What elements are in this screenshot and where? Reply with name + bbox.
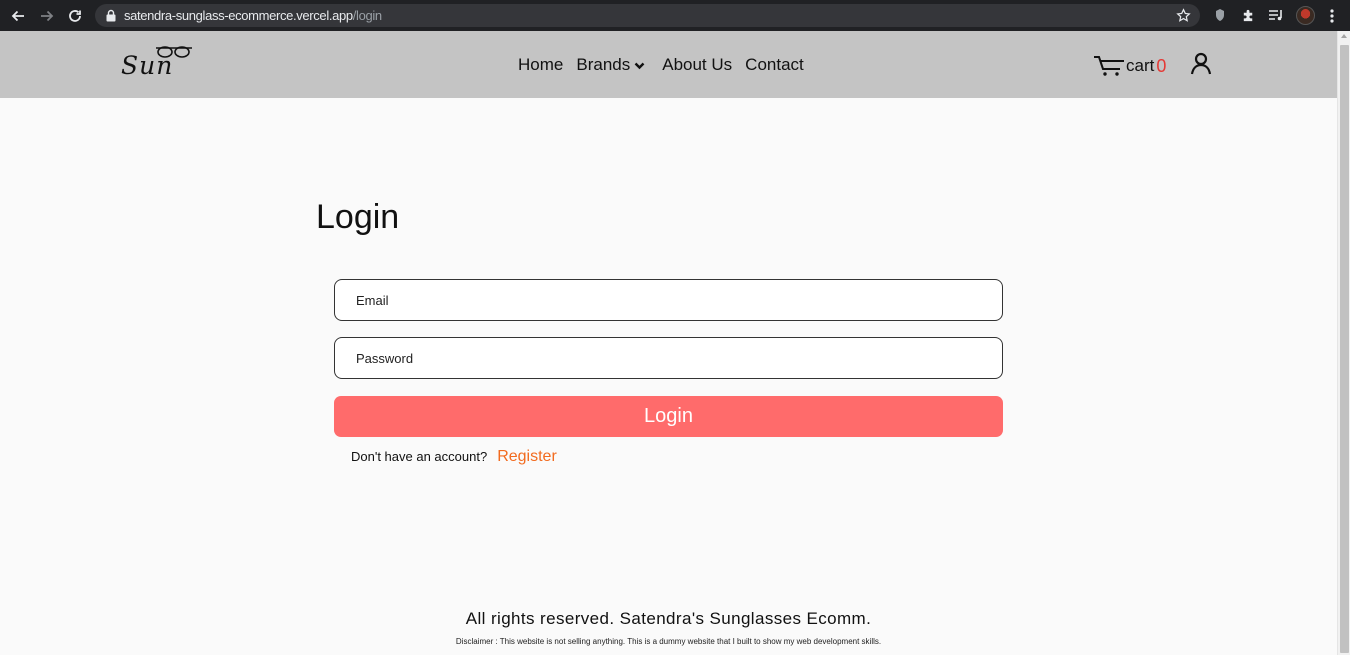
- register-prompt: Don't have an account?: [351, 449, 488, 464]
- url-host: satendra-sunglass-ecommerce.vercel.app: [124, 8, 353, 23]
- site-header: Sun Home Brands About Us Contact cart 0: [0, 31, 1337, 98]
- cart-label: cart: [1126, 56, 1155, 75]
- register-link[interactable]: Register: [497, 448, 557, 466]
- footer-copyright: All rights reserved. Satendra's Sunglass…: [465, 609, 872, 628]
- extension-shield-button[interactable]: [1212, 7, 1228, 23]
- nav-brands[interactable]: Brands: [576, 55, 645, 75]
- playlist-icon: [1269, 10, 1282, 21]
- media-control-button[interactable]: [1268, 7, 1284, 23]
- kebab-icon[interactable]: [1327, 8, 1337, 24]
- url-text: satendra-sunglass-ecommerce.vercel.app/l…: [124, 8, 382, 23]
- user-icon[interactable]: [1190, 52, 1212, 76]
- site-logo[interactable]: Sun: [121, 45, 193, 80]
- extensions-button[interactable]: [1240, 7, 1256, 23]
- star-icon[interactable]: [1176, 8, 1191, 23]
- register-row: Don't have an account? Register: [351, 448, 557, 466]
- scroll-thumb[interactable]: [1340, 45, 1349, 653]
- nav-home[interactable]: Home: [518, 55, 563, 75]
- main-nav: Home Brands About Us Contact: [518, 55, 817, 75]
- page-scrollbar[interactable]: [1337, 31, 1350, 655]
- scroll-up-arrow[interactable]: [1341, 34, 1347, 38]
- reload-icon: [69, 10, 81, 22]
- arrow-right-icon: [41, 10, 54, 22]
- footer-disclaimer: Disclaimer : This website is not selling…: [455, 637, 882, 646]
- lock-icon: [106, 9, 116, 22]
- chevron-down-icon: [634, 62, 645, 69]
- nav-about[interactable]: About Us: [662, 55, 732, 75]
- browser-toolbar: satendra-sunglass-ecommerce.vercel.app/l…: [0, 0, 1350, 31]
- puzzle-icon: [1243, 9, 1252, 21]
- page-title: Login: [316, 198, 400, 236]
- cart-link[interactable]: cart 0: [1093, 55, 1166, 77]
- reload-button[interactable]: [65, 6, 85, 26]
- back-button[interactable]: [8, 6, 28, 26]
- sunglasses-icon: [156, 46, 192, 58]
- cart-count-badge: 0: [1156, 55, 1167, 76]
- email-field[interactable]: [334, 279, 1003, 321]
- nav-brands-label: Brands: [576, 55, 631, 74]
- password-field[interactable]: [334, 337, 1003, 379]
- profile-avatar[interactable]: [1296, 6, 1315, 25]
- login-button[interactable]: Login: [334, 396, 1003, 437]
- arrow-left-icon: [11, 10, 24, 22]
- shield-icon: [1216, 9, 1224, 21]
- forward-button[interactable]: [37, 6, 57, 26]
- url-path: /login: [352, 8, 382, 23]
- address-bar[interactable]: satendra-sunglass-ecommerce.vercel.app/l…: [95, 4, 1200, 27]
- cart-icon: [1094, 56, 1124, 76]
- nav-contact[interactable]: Contact: [745, 55, 804, 75]
